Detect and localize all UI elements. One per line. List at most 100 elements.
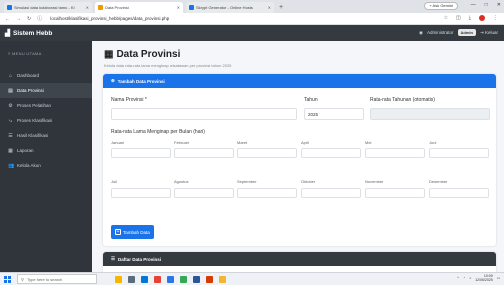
page-subtitle: Kelola data rata-rata lama menginap wisa… <box>104 63 232 68</box>
clock-date: 12/06/2025 <box>475 278 493 282</box>
search-icon: ⚲ <box>21 276 24 282</box>
app-brand[interactable]: ▟ Sistem Hebb <box>0 29 53 38</box>
sidebar-item-dashboard[interactable]: ⌂ Dashboard <box>0 68 92 83</box>
table-icon: ▦ <box>104 49 114 60</box>
monthly-label: Rata-rata Lama Menginap per Bulan (hari) <box>111 129 205 135</box>
sidebar-item-label: Laporan <box>17 148 34 153</box>
new-tab-button[interactable]: + <box>279 2 283 13</box>
taskbar-search[interactable]: ⚲ Type here to search <box>17 274 97 284</box>
app-topbar: ▟ Sistem Hebb ◉ Administrator Admin ⇥ Ke… <box>0 25 504 41</box>
browser-tab-active[interactable]: Data Provinsi ✕ <box>95 2 183 13</box>
month-input[interactable] <box>111 188 171 198</box>
month-input[interactable] <box>301 148 361 158</box>
nama-provinsi-label: Nama Provinsi * <box>111 97 147 103</box>
month-input[interactable] <box>365 188 425 198</box>
month-label: April <box>301 140 310 145</box>
plus-circle-icon: ⊕ <box>111 78 115 83</box>
task-view-icon[interactable] <box>128 275 135 283</box>
sidebar-item-kelola-akun[interactable]: 👥 Kelola Akun <box>0 158 92 173</box>
month-label: Mei <box>365 140 372 145</box>
chrome-icon[interactable] <box>180 275 187 283</box>
taskbar-search-placeholder: Type here to search <box>26 276 63 282</box>
tab-label: Data Provinsi <box>105 5 129 10</box>
month-label: Januari <box>111 140 125 145</box>
vscode-icon[interactable] <box>167 275 174 283</box>
tab-label: Simulasi data kolaborasi tamu - Kl <box>14 5 75 10</box>
logout-link[interactable]: ⇥ Keluar <box>480 30 498 36</box>
chart-logo-icon: ▟ <box>5 30 10 37</box>
ask-gemini-button[interactable]: + Ask Gemini <box>424 2 458 10</box>
notifications-icon[interactable]: ▭ <box>497 276 500 280</box>
month-input[interactable] <box>429 188 489 198</box>
gear-icon: ⚙ <box>8 102 13 109</box>
close-icon[interactable]: ✕ <box>268 5 271 10</box>
user-area: ◉ Administrator Admin ⇥ Keluar <box>419 29 498 36</box>
forward-icon[interactable]: → <box>16 16 21 22</box>
dashboard-icon: ⌂ <box>8 72 13 79</box>
edge-icon[interactable] <box>141 275 148 283</box>
sidebar-item-label: Hasil Klasifikasi <box>17 133 49 138</box>
copilot-icon[interactable] <box>115 275 122 283</box>
sidebar-item-hasil-klasifikasi[interactable]: ☰ Hasil Klasifikasi <box>0 128 92 143</box>
month-input[interactable] <box>237 188 297 198</box>
more-menu-icon[interactable]: ⋮ <box>493 15 498 21</box>
sidebar-item-data-provinsi[interactable]: ▤ Data Provinsi <box>0 83 92 98</box>
list-icon: ☰ <box>111 256 116 261</box>
month-input[interactable] <box>237 148 297 158</box>
user-icon: ◉ <box>419 29 423 35</box>
download-icon[interactable]: ⤓ <box>469 15 471 21</box>
logout-label: Keluar <box>484 29 498 35</box>
rata-tahunan-input <box>370 108 490 120</box>
month-label: Oktober <box>301 179 316 184</box>
month-input[interactable] <box>111 148 171 158</box>
chevron-up-icon[interactable]: ^ <box>457 276 459 280</box>
reload-icon[interactable]: ↻ <box>27 16 31 22</box>
month-label: Februari <box>174 140 189 145</box>
word-icon[interactable] <box>193 275 200 283</box>
star-icon[interactable]: ☆ <box>444 15 448 21</box>
sidebar-item-laporan[interactable]: ▦ Laporan <box>0 143 92 158</box>
os-taskbar: ⚲ Type here to search ^ ◔ ◖ 10:09 12/06/… <box>0 272 504 285</box>
role-badge: Admin <box>457 29 476 36</box>
month-label: Desember <box>429 179 448 184</box>
tab-favicon-icon <box>189 5 194 10</box>
add-data-button[interactable]: + Tambah Data <box>111 225 154 239</box>
profile-avatar[interactable] <box>479 15 485 21</box>
browser-tab[interactable]: Skrypt Generator - Online Hosts ✕ <box>186 2 274 13</box>
network-icon[interactable]: ◔ <box>463 276 465 280</box>
file-explorer-icon[interactable] <box>219 275 226 283</box>
sidebar-item-label: Proses Klasifikasi <box>17 118 53 123</box>
page-title-text: Data Provinsi <box>116 49 181 60</box>
month-input[interactable] <box>365 148 425 158</box>
month-input[interactable] <box>174 188 234 198</box>
powerpoint-icon[interactable] <box>206 275 213 283</box>
sidebar-item-label: Dashboard <box>17 73 40 78</box>
add-data-label: Tambah Data <box>123 229 150 235</box>
brand-name: Sistem Hebb <box>13 29 53 37</box>
month-input[interactable] <box>174 148 234 158</box>
sidebar-item-proses-klasifikasi[interactable]: ⤷ Proses Klasifikasi <box>0 113 92 128</box>
maximize-icon[interactable]: □ <box>485 2 488 8</box>
close-icon[interactable]: ✕ <box>177 5 180 10</box>
sidebar-item-proses-pelatihan[interactable]: ⚙ Proses Pelatihan <box>0 98 92 113</box>
site-info-icon[interactable]: ⓘ <box>37 15 42 22</box>
month-input[interactable] <box>301 188 361 198</box>
close-icon[interactable]: ✕ <box>86 5 89 10</box>
add-province-card: ⊕ Tambah Data Provinsi Nama Provinsi * T… <box>103 74 496 246</box>
back-icon[interactable]: ← <box>5 16 10 22</box>
month-input[interactable] <box>429 148 489 158</box>
sidebar-toggle-icon[interactable]: ◫ <box>456 15 461 21</box>
windows-start-icon[interactable] <box>4 275 11 283</box>
tahun-input[interactable] <box>304 108 364 120</box>
minimize-icon[interactable]: — <box>471 2 476 8</box>
browser-tab[interactable]: Simulasi data kolaborasi tamu - Kl ✕ <box>4 2 92 13</box>
clock[interactable]: 10:09 12/06/2025 <box>475 274 493 282</box>
nama-provinsi-input[interactable] <box>111 108 297 120</box>
app-icon[interactable] <box>154 275 161 283</box>
url-field[interactable]: localhost/klasifikasi_provinsi_hebb/page… <box>50 16 169 21</box>
volume-icon[interactable]: ◖ <box>469 276 471 280</box>
month-label: Juni <box>429 140 437 145</box>
user-name: Administrator <box>426 30 454 35</box>
close-window-icon[interactable]: ✕ <box>497 2 501 8</box>
card-header-label: Tambah Data Provinsi <box>117 78 165 84</box>
